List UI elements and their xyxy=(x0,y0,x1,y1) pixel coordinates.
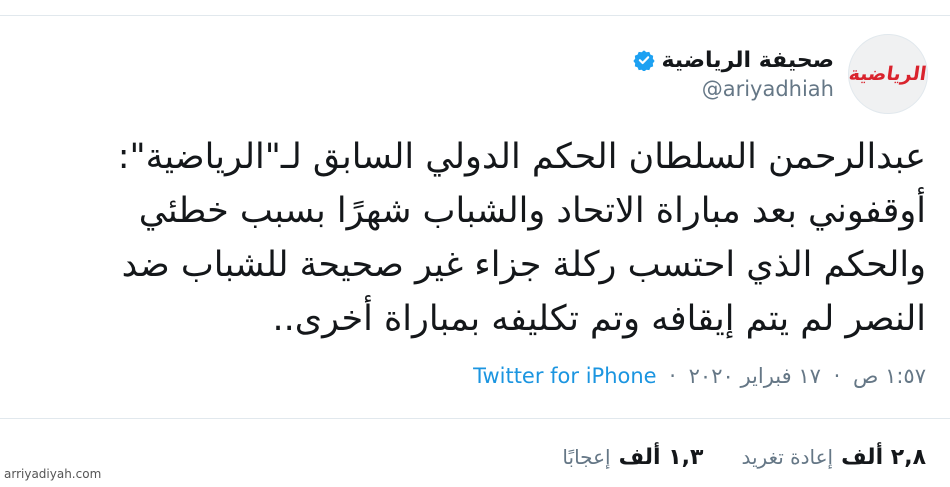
meta-separator: · xyxy=(669,364,676,388)
tweet-header: الرياضية صحيفة الرياضية @ariyadhiah xyxy=(633,34,928,114)
meta-separator: · xyxy=(833,364,841,388)
likes-label: إعجابًا xyxy=(562,445,611,469)
top-divider xyxy=(0,15,950,16)
likes-count: ١,٣ ألف xyxy=(618,445,704,470)
avatar[interactable]: الرياضية xyxy=(848,34,928,114)
tweet-metadata: ١:٥٧ ص · ١٧ فبراير ٢٠٢٠ · Twitter for iP… xyxy=(473,364,926,388)
retweets-stat[interactable]: ٢,٨ ألف إعادة تغريد xyxy=(741,445,926,470)
tweet-line: النصر لم يتم إيقافه وتم تكليفه بمباراة أ… xyxy=(272,299,926,339)
tweet-source-link[interactable]: Twitter for iPhone xyxy=(473,364,657,388)
display-name[interactable]: صحيفة الرياضية xyxy=(661,48,834,73)
tweet-line: أوقفوني بعد مباراة الاتحاد والشباب شهرًا… xyxy=(138,191,926,231)
retweets-label: إعادة تغريد xyxy=(741,445,834,469)
tweet-line: والحكم الذي احتسب ركلة جزاء غير صحيحة لل… xyxy=(121,245,926,285)
tweet-stats: ٢,٨ ألف إعادة تغريد ١,٣ ألف إعجابًا xyxy=(562,445,926,470)
retweets-count: ٢,٨ ألف xyxy=(841,445,926,470)
tweet-time[interactable]: ١:٥٧ ص xyxy=(853,364,926,388)
author-handle[interactable]: @ariyadhiah xyxy=(633,77,834,101)
tweet-card: الرياضية صحيفة الرياضية @ariyadhiah عبدا… xyxy=(0,0,950,487)
tweet-line: عبدالرحمن السلطان الحكم الدولي السابق لـ… xyxy=(117,137,926,177)
tweet-text: عبدالرحمن السلطان الحكم الدولي السابق لـ… xyxy=(26,130,926,346)
verified-badge-icon xyxy=(633,50,656,71)
display-name-row: صحيفة الرياضية xyxy=(633,48,834,73)
author-names: صحيفة الرياضية @ariyadhiah xyxy=(633,48,834,101)
tweet-date[interactable]: ١٧ فبراير ٢٠٢٠ xyxy=(689,364,821,388)
avatar-logo: الرياضية xyxy=(848,63,928,85)
stats-divider xyxy=(0,418,950,419)
site-watermark: arriyadiyah.com xyxy=(4,467,102,481)
likes-stat[interactable]: ١,٣ ألف إعجابًا xyxy=(562,445,703,470)
